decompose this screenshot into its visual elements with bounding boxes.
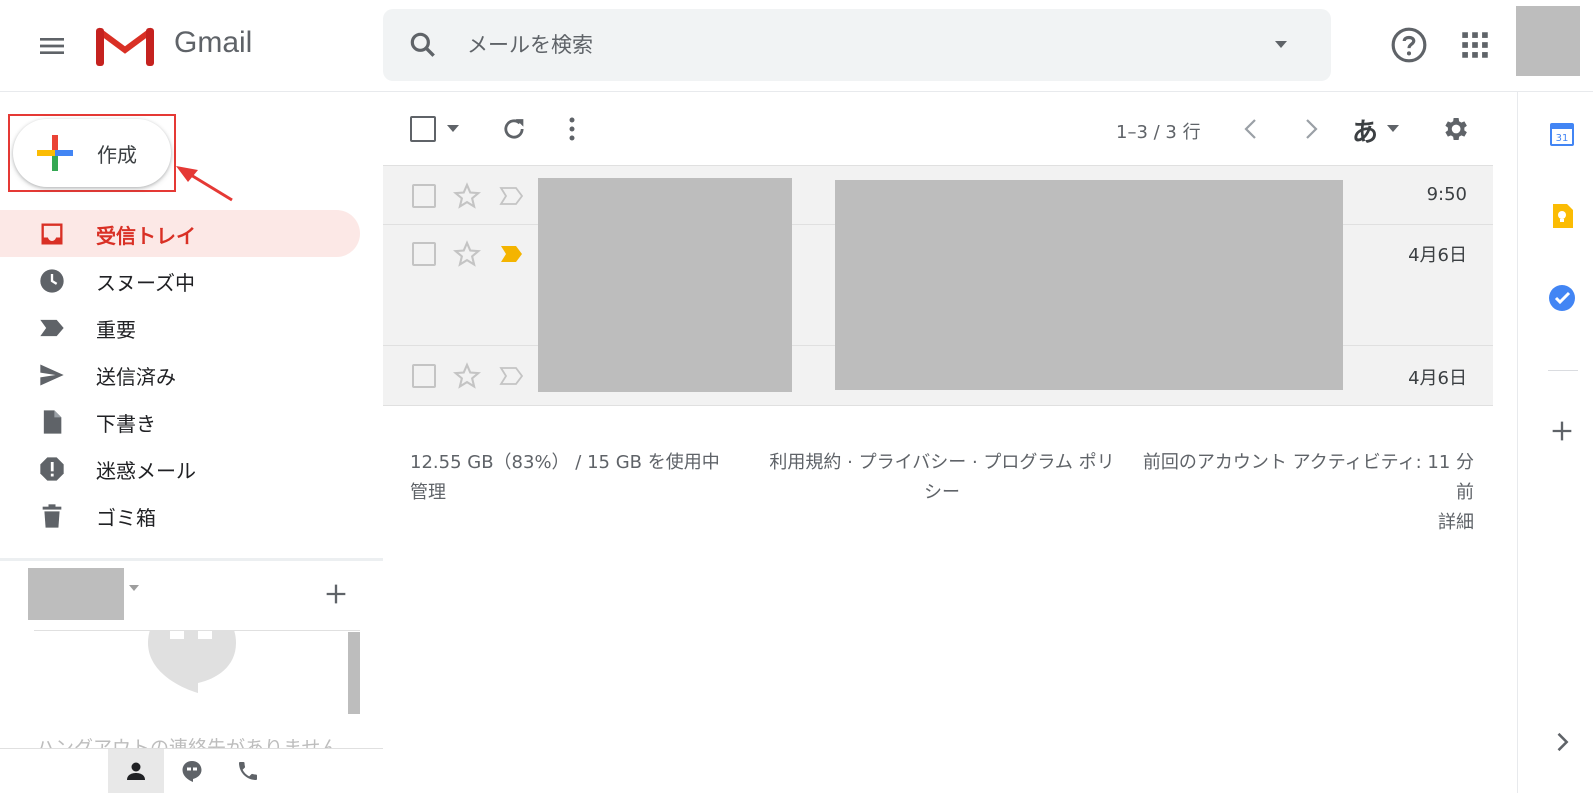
sidebar-item-label: スヌーズ中 [96,271,195,295]
sidebar-item-drafts[interactable]: 下書き [0,398,360,445]
search-bar[interactable] [383,9,1331,81]
pagination-range: 1–3 / 3 行 [1116,122,1201,143]
sidebar-item-snoozed[interactable]: スヌーズ中 [0,257,360,304]
chevron-right-icon[interactable] [1302,118,1320,140]
redacted-subject-block [835,180,1343,390]
sidebar-item-important[interactable]: 重要 [0,304,360,351]
important-marker-icon[interactable] [499,244,525,264]
spam-icon [40,457,64,481]
chat-divider [0,558,383,561]
important-marker-icon[interactable] [499,366,525,386]
side-panel: 31 [1517,92,1593,793]
chevron-down-icon[interactable] [128,584,140,592]
hangouts-user-avatar[interactable] [28,568,124,620]
select-all-checkbox[interactable] [410,116,436,142]
important-marker-icon[interactable] [499,186,525,206]
account-avatar[interactable] [1516,6,1580,76]
chevron-left-icon[interactable] [1242,118,1260,140]
top-header: Gmail [0,0,1593,92]
hangouts-icon [182,761,202,782]
phone-icon [239,762,257,780]
message-date: 4月6日 [1408,245,1467,266]
compose-label: 作成 [97,143,137,167]
search-input[interactable] [467,9,1227,81]
message-date: 4月6日 [1408,368,1467,389]
message-date: 9:50 [1426,184,1467,205]
input-tools-button[interactable]: あ [1352,112,1378,149]
manage-storage-link[interactable]: 管理 [410,478,720,508]
star-icon[interactable] [453,362,481,390]
clock-icon [40,269,64,293]
search-icon[interactable] [407,29,439,61]
tab-contacts[interactable] [108,749,164,793]
contacts-scrollbar[interactable] [348,632,360,714]
message-checkbox[interactable] [412,184,436,208]
settings-gear-icon[interactable] [1440,114,1470,144]
main-menu-icon[interactable] [36,30,68,62]
calendar-icon[interactable]: 31 [1548,120,1576,148]
sidebar-item-spam[interactable]: 迷惑メール [0,445,360,492]
more-options-icon[interactable] [566,115,578,143]
star-icon[interactable] [453,182,481,210]
chat-bottom-tabs [0,748,383,793]
storage-text: 12.55 GB（83%） / 15 GB を使用中 [410,452,720,473]
sidebar-item-label: 受信トレイ [96,224,196,248]
message-checkbox[interactable] [412,242,436,266]
tasks-icon[interactable] [1548,284,1576,312]
add-contact-icon[interactable] [322,580,350,608]
inbox-icon [41,223,63,245]
sidebar-item-label: 重要 [96,318,136,342]
compose-highlight-box: 作成 [8,114,176,192]
sidebar-item-label: ゴミ箱 [96,506,156,530]
star-icon[interactable] [453,240,481,268]
compose-button[interactable]: 作成 [13,119,171,187]
svg-text:31: 31 [1556,133,1569,144]
input-tools-dropdown-icon[interactable] [1386,124,1400,133]
tab-calls[interactable] [220,749,276,793]
activity-details-link[interactable]: 詳細 [1130,508,1474,538]
footer-links[interactable]: 利用規約 · プライバシー · プログラム ポリシー [762,448,1122,508]
help-icon[interactable] [1390,26,1428,64]
get-addons-icon[interactable] [1548,417,1576,445]
trash-icon [42,504,62,528]
important-icon [40,319,64,337]
hangouts-quote-icon [148,631,236,693]
compose-plus-icon [37,135,73,171]
apps-grid-icon[interactable] [1458,28,1492,62]
keep-icon[interactable] [1548,202,1576,230]
side-panel-divider [1548,370,1578,371]
refresh-icon[interactable] [500,115,528,143]
account-activity: 前回のアカウント アクティビティ: 11 分前 詳細 [1130,448,1474,538]
send-icon [40,364,64,386]
sidebar-item-trash[interactable]: ゴミ箱 [0,492,360,539]
search-options-dropdown-icon[interactable] [1271,37,1291,53]
no-contacts-text: ハングアウトの連絡先がありません [36,737,340,749]
hangouts-contacts-panel [34,630,360,750]
sidebar-item-label: 送信済み [96,365,176,389]
tab-conversations[interactable] [164,749,220,793]
sidebar-item-sent[interactable]: 送信済み [0,351,360,398]
sidebar-item-inbox[interactable]: 受信トレイ [0,210,360,257]
redacted-sender-block [538,178,792,392]
sidebar-item-label: 迷惑メール [96,459,196,483]
last-activity-text: 前回のアカウント アクティビティ: 11 分前 [1142,452,1474,503]
sidebar-item-label: 下書き [96,412,156,436]
gmail-logo-text[interactable]: Gmail [174,26,252,60]
draft-icon [43,410,62,434]
storage-usage: 12.55 GB（83%） / 15 GB を使用中 管理 [410,448,720,508]
message-checkbox[interactable] [412,364,436,388]
annotation-arrow-icon [176,166,233,202]
chevron-right-icon[interactable] [1548,728,1576,756]
person-icon [127,762,145,780]
gmail-logo-icon[interactable] [96,24,154,66]
select-dropdown-icon[interactable] [446,124,460,133]
